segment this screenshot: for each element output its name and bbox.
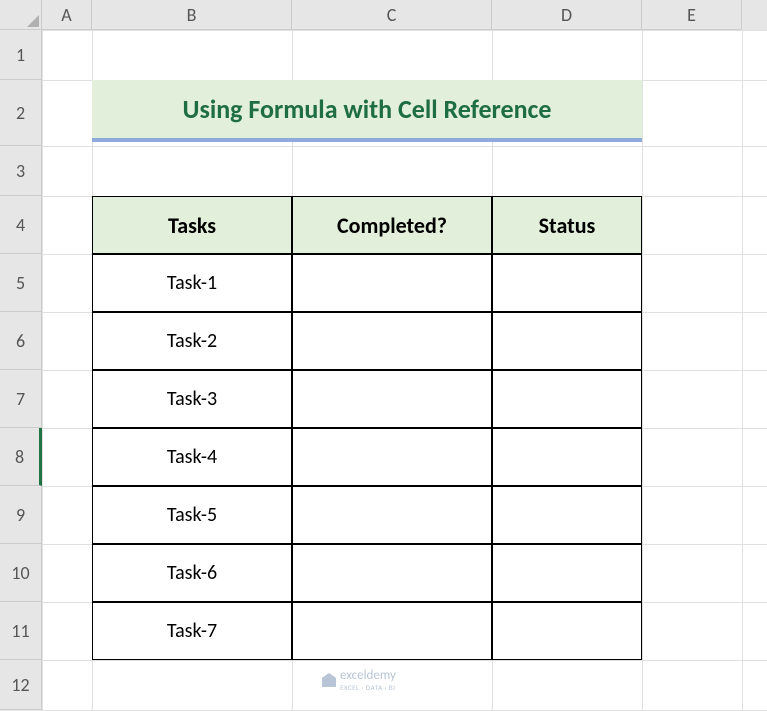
table-cell[interactable] (292, 486, 492, 544)
table-cell[interactable]: Task-3 (92, 370, 292, 428)
select-all-corner[interactable] (0, 0, 42, 30)
table-cell[interactable] (492, 602, 642, 660)
row-header-12[interactable]: 12 (0, 660, 42, 710)
row-header-8[interactable]: 8 (0, 428, 42, 486)
watermark-icon (322, 673, 336, 687)
watermark: exceldemyEXCEL · DATA · BI (322, 668, 396, 692)
row-header-11[interactable]: 11 (0, 602, 42, 660)
table-cell[interactable]: Task-4 (92, 428, 292, 486)
table-cell[interactable] (492, 312, 642, 370)
column-header-D[interactable]: D (492, 0, 642, 30)
table-cell[interactable] (492, 544, 642, 602)
row-header-9[interactable]: 9 (0, 486, 42, 544)
table-cell[interactable]: Task-2 (92, 312, 292, 370)
spreadsheet: ABCDE 123456789101112 Using Formula with… (0, 0, 767, 711)
table-cell[interactable] (492, 254, 642, 312)
table-cell[interactable] (492, 370, 642, 428)
watermark-brand: exceldemy (340, 668, 396, 683)
column-header-C[interactable]: C (292, 0, 492, 30)
table-cell[interactable]: Task-6 (92, 544, 292, 602)
table-cell[interactable] (292, 602, 492, 660)
row-header-4[interactable]: 4 (0, 196, 42, 254)
table-cell[interactable] (292, 370, 492, 428)
row-header-5[interactable]: 5 (0, 254, 42, 312)
row-header-2[interactable]: 2 (0, 80, 42, 146)
row-headers: 123456789101112 (0, 30, 42, 711)
row-header-6[interactable]: 6 (0, 312, 42, 370)
column-header-B[interactable]: B (92, 0, 292, 30)
table-cell[interactable]: Task-5 (92, 486, 292, 544)
row-header-1[interactable]: 1 (0, 30, 42, 80)
watermark-tagline: EXCEL · DATA · BI (340, 683, 396, 692)
table-cell[interactable] (292, 428, 492, 486)
table-cell[interactable] (492, 428, 642, 486)
table-cell[interactable]: Task-7 (92, 602, 292, 660)
column-header-E[interactable]: E (642, 0, 742, 30)
row-header-7[interactable]: 7 (0, 370, 42, 428)
table-cell[interactable] (292, 544, 492, 602)
table-cell[interactable] (292, 254, 492, 312)
column-header-A[interactable]: A (42, 0, 92, 30)
table-cell[interactable] (492, 486, 642, 544)
row-header-10[interactable]: 10 (0, 544, 42, 602)
table-cell[interactable]: Task-1 (92, 254, 292, 312)
grid-area: Using Formula with Cell Reference TasksCo… (42, 30, 767, 711)
title-cell[interactable]: Using Formula with Cell Reference (92, 80, 642, 142)
table-header-completed[interactable]: Completed? (292, 196, 492, 254)
column-headers: ABCDE (42, 0, 767, 30)
row-header-3[interactable]: 3 (0, 146, 42, 196)
table-header-tasks[interactable]: Tasks (92, 196, 292, 254)
table-header-status[interactable]: Status (492, 196, 642, 254)
table-cell[interactable] (292, 312, 492, 370)
